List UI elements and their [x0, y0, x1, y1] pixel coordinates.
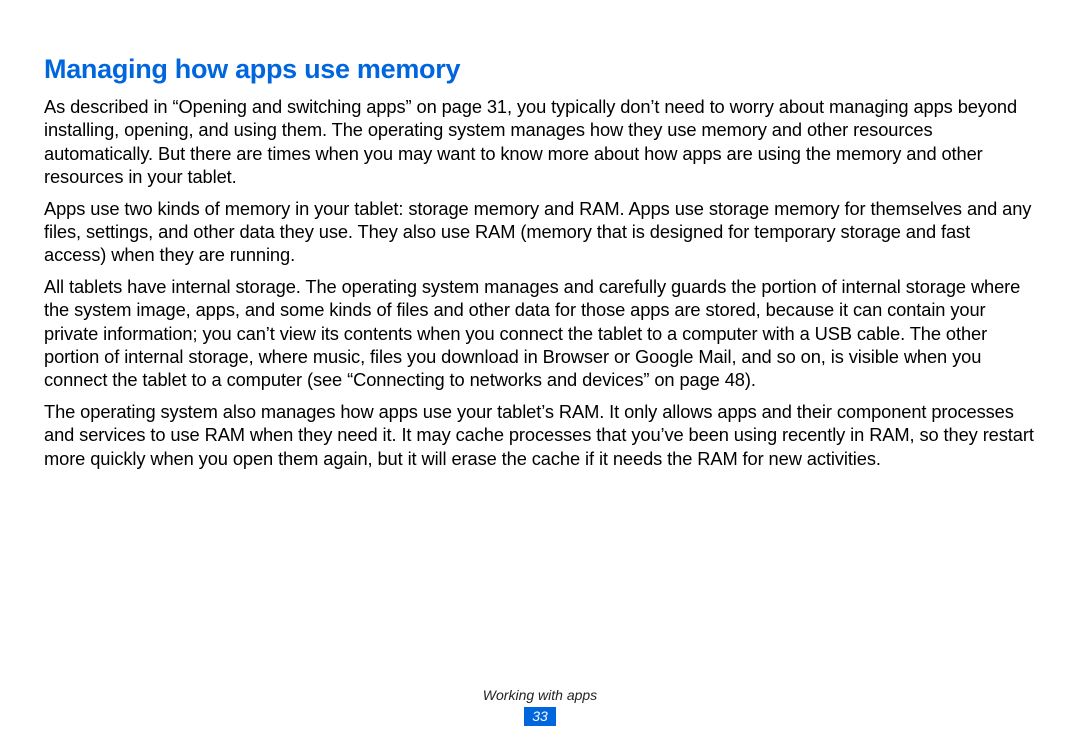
page-footer: Working with apps 33 [0, 687, 1080, 726]
paragraph: Apps use two kinds of memory in your tab… [44, 197, 1036, 267]
section-heading: Managing how apps use memory [44, 54, 1036, 85]
page-number: 33 [524, 707, 556, 726]
paragraph: The operating system also manages how ap… [44, 400, 1036, 470]
footer-section-label: Working with apps [0, 687, 1080, 703]
paragraph: As described in “Opening and switching a… [44, 95, 1036, 189]
paragraph: All tablets have internal storage. The o… [44, 275, 1036, 392]
